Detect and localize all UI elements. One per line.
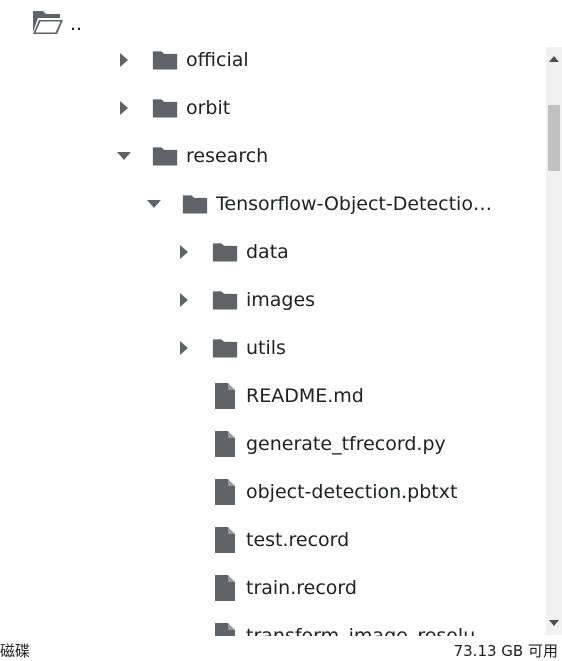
folder-row[interactable]: Tensorflow-Object-Detection-...	[0, 180, 546, 228]
file-icon	[212, 527, 238, 553]
file-row[interactable]: test.record	[0, 516, 546, 564]
folder-icon	[152, 95, 178, 121]
disk-free-space: 73.13 GB 可用	[453, 642, 558, 660]
caret-down-icon[interactable]	[142, 192, 166, 216]
folder-name: images	[246, 289, 316, 311]
file-name: transform_image_resolu	[246, 625, 476, 636]
file-row[interactable]: transform_image_resolu	[0, 612, 546, 636]
footer-status: 磁碟 73.13 GB 可用	[0, 636, 562, 660]
scroll-down-arrow-icon[interactable]	[546, 615, 562, 631]
file-icon	[212, 431, 238, 457]
caret-right-icon[interactable]	[112, 48, 136, 72]
caret-right-icon[interactable]	[112, 96, 136, 120]
caret-down-icon[interactable]	[112, 144, 136, 168]
folder-name: utils	[246, 337, 286, 359]
folder-row[interactable]: official	[0, 36, 546, 84]
folder-row[interactable]: research	[0, 132, 546, 180]
caret-right-icon[interactable]	[172, 240, 196, 264]
file-icon	[212, 623, 238, 636]
file-icon	[212, 479, 238, 505]
file-name: generate_tfrecord.py	[246, 433, 446, 455]
folder-name: orbit	[186, 97, 231, 119]
folder-icon	[212, 335, 238, 361]
folder-name: official	[186, 49, 249, 71]
file-row[interactable]: generate_tfrecord.py	[0, 420, 546, 468]
folder-icon	[212, 287, 238, 313]
vertical-scrollbar[interactable]	[546, 47, 562, 635]
folder-row[interactable]: utils	[0, 324, 546, 372]
file-row[interactable]: object-detection.pbtxt	[0, 468, 546, 516]
file-row[interactable]: README.md	[0, 372, 546, 420]
file-name: README.md	[246, 385, 364, 407]
scrollbar-thumb[interactable]	[548, 105, 560, 171]
folder-name: Tensorflow-Object-Detection-...	[216, 193, 501, 215]
folder-row[interactable]: images	[0, 276, 546, 324]
folder-icon	[212, 239, 238, 265]
caret-right-icon[interactable]	[172, 336, 196, 360]
file-name: object-detection.pbtxt	[246, 481, 458, 503]
file-tree: official orbit research Tensorflow-Object-D…	[0, 36, 546, 636]
folder-row[interactable]: data	[0, 228, 546, 276]
disk-label: 磁碟	[0, 642, 31, 660]
folder-icon	[152, 143, 178, 169]
folder-name: data	[246, 241, 289, 263]
parent-directory-label: ..	[70, 13, 83, 35]
file-icon	[212, 575, 238, 601]
folder-name: research	[186, 145, 269, 167]
file-name: test.record	[246, 529, 350, 551]
caret-right-icon[interactable]	[172, 288, 196, 312]
file-name: train.record	[246, 577, 357, 599]
file-row[interactable]: train.record	[0, 564, 546, 612]
file-icon	[212, 383, 238, 409]
folder-icon	[152, 47, 178, 73]
folder-icon	[182, 191, 208, 217]
folder-row[interactable]: orbit	[0, 84, 546, 132]
scroll-up-arrow-icon[interactable]	[546, 51, 562, 67]
